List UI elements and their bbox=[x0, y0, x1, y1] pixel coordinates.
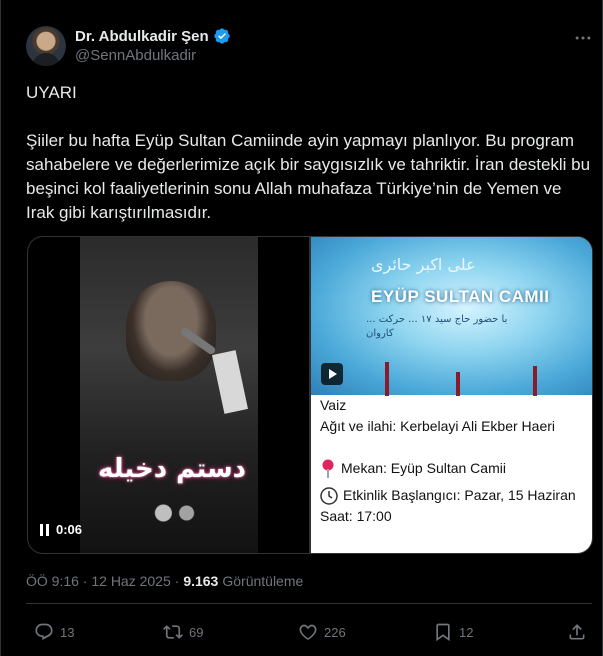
pause-icon[interactable] bbox=[40, 523, 50, 536]
tweet: Dr. Abdulkadir Şen @SennAbdulkadir UYARI… bbox=[0, 0, 603, 656]
reply-count: 13 bbox=[60, 624, 75, 640]
more-options-icon[interactable] bbox=[573, 28, 593, 48]
author-handle[interactable]: @SennAbdulkadir bbox=[75, 47, 196, 64]
like-button[interactable]: 226 bbox=[298, 622, 346, 642]
tweet-text: UYARI Şiiler bu hafta Eyüp Sultan Camiin… bbox=[26, 83, 591, 222]
info-location-row: Mekan: Eyüp Sultan Camii bbox=[320, 458, 590, 479]
like-count: 226 bbox=[324, 624, 346, 640]
author-avatar[interactable] bbox=[26, 26, 66, 66]
media-grid: دستم دخیله 0:06 علی اکبر حائری EYÜP SULT… bbox=[27, 236, 593, 554]
event-info: Vaiz Ağıt ve ilahi: Kerbelayi Ali Ekber … bbox=[320, 395, 590, 527]
bookmark-count: 12 bbox=[459, 624, 474, 640]
share-button[interactable] bbox=[567, 622, 587, 642]
timestamp[interactable]: ÖÖ 9:16 · 12 Haz 2025 · bbox=[26, 573, 179, 589]
clock-icon bbox=[320, 487, 338, 505]
info-start-row: Etkinlik Başlangıcı: Pazar, 15 Haziran bbox=[320, 485, 590, 506]
views-count: 9.163 bbox=[183, 573, 219, 589]
verified-badge-icon bbox=[213, 28, 230, 44]
info-time: Saat: 17:00 bbox=[320, 508, 392, 524]
minaret-shape bbox=[456, 372, 460, 396]
views-label: Görüntüleme bbox=[222, 573, 304, 589]
info-location: Mekan: Eyüp Sultan Camii bbox=[341, 460, 506, 476]
repost-icon bbox=[163, 625, 183, 639]
banner-arabic-small: با حضور حاج سید ۱۷ ... حرکت ... کاروان bbox=[366, 314, 508, 339]
video-logo bbox=[146, 497, 204, 529]
pin-icon bbox=[322, 459, 334, 478]
reply-icon bbox=[35, 623, 53, 641]
minaret-shape bbox=[385, 362, 389, 396]
info-vaiz: Vaiz bbox=[320, 397, 347, 413]
play-icon[interactable] bbox=[321, 363, 343, 385]
video-time: 0:06 bbox=[56, 522, 83, 537]
repost-count: 69 bbox=[189, 624, 204, 640]
bookmark-button[interactable]: 12 bbox=[433, 622, 473, 642]
banner-title: EYÜP SULTAN CAMII bbox=[371, 287, 550, 306]
speaker-figure bbox=[126, 281, 216, 381]
video-controls[interactable]: 0:06 bbox=[40, 522, 82, 537]
video-overlay-text: دستم دخیله bbox=[97, 454, 247, 484]
video-right[interactable]: علی اکبر حائری EYÜP SULTAN CAMII با حضور… bbox=[311, 237, 592, 553]
action-bar: 13 69 226 12 bbox=[26, 622, 592, 646]
banner-arabic-top: علی اکبر حائری bbox=[371, 255, 476, 274]
bookmark-icon bbox=[436, 623, 450, 642]
tweet-meta: ÖÖ 9:16 · 12 Haz 2025 · 9.163 Görüntülem… bbox=[26, 573, 303, 589]
info-start: Etkinlik Başlangıcı: Pazar, 15 Haziran bbox=[343, 487, 576, 503]
info-agit: Ağıt ve ilahi: Kerbelayi Ali Ekber Haeri bbox=[320, 418, 555, 434]
divider bbox=[26, 603, 592, 604]
video-left[interactable]: دستم دخیله 0:06 bbox=[28, 237, 309, 553]
heart-icon bbox=[299, 624, 317, 640]
author-name-row: Dr. Abdulkadir Şen bbox=[75, 27, 231, 45]
share-icon bbox=[569, 624, 585, 640]
repost-button[interactable]: 69 bbox=[163, 622, 203, 642]
minaret-shape bbox=[533, 366, 537, 396]
author-name[interactable]: Dr. Abdulkadir Şen bbox=[75, 28, 209, 45]
reply-button[interactable]: 13 bbox=[34, 622, 74, 642]
